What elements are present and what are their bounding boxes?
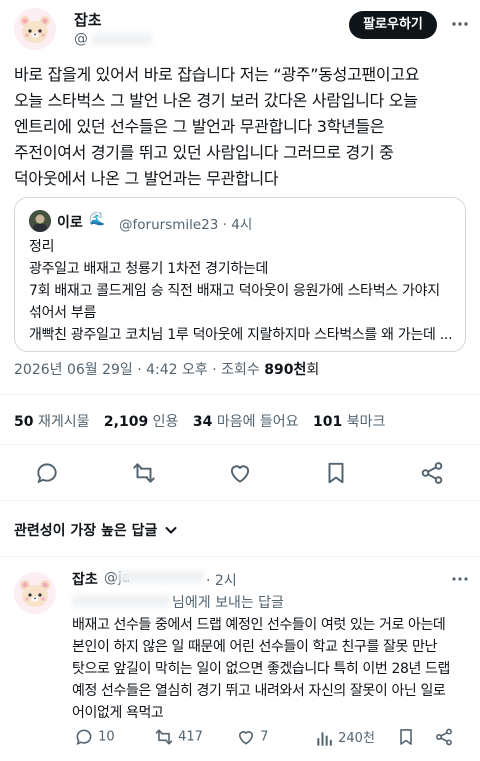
like-icon [238, 731, 254, 745]
reply-icon [76, 729, 92, 746]
tweet-timestamp[interactable]: 2026년 06월 29일 · 4:42 오후 · 조회수 890천회 [14, 359, 319, 379]
quote-avatar [29, 210, 51, 232]
quote-handle: @forursmile23 [119, 217, 219, 233]
author-name[interactable]: 잡초 [74, 9, 102, 30]
quote-author-name: 이로 [57, 215, 83, 231]
quote-text-line: 섞어서 부름 [29, 305, 97, 321]
wave-emoji-icon: 🌊 [89, 212, 106, 227]
divider [0, 500, 480, 501]
quote-text-line: 광주일고 배재고 청룡기 1차전 경기하는데 [29, 261, 269, 277]
reply-bookmark-button[interactable] [396, 727, 416, 747]
stat-quotes[interactable]: 2,109 인용 [104, 414, 189, 430]
quote-text-line: 개빡친 광주일고 코치님 1루 덕아웃에 지랄하지마 스타벅스를 왜 가는데 .… [29, 327, 453, 343]
reply-share-button[interactable] [434, 727, 454, 747]
reply-like-button[interactable]: 7 [236, 727, 268, 747]
reply-repost-button[interactable]: 417 [154, 727, 203, 747]
redacted-handle [118, 571, 204, 583]
divider [0, 556, 480, 557]
reply-text-line: 탓으로 앞길이 막히는 일이 없으면 좋겠습니다 특히 이번 28년 드랩 [72, 661, 450, 677]
reply-text: 배재고 선수들 중에서 드랩 예정인 선수들이 여럿 있는 거로 아는데 본인이… [72, 614, 472, 724]
tweet-datetime[interactable]: 2026년 06월 29일 · 4:42 오후 · 조회수 [14, 362, 264, 378]
tweet-text-line: 엔트리에 있던 선수들은 그 발언과 무관합니다 3학년들은 [14, 117, 385, 136]
reply-reply-button[interactable]: 10 [74, 727, 115, 747]
tweet-text-line: 바로 잡을게 있어서 바로 잡습니다 저는 “광주”동성고팬이고요 [14, 65, 420, 84]
chevron-down-icon[interactable] [164, 522, 178, 536]
bookmark-icon [400, 729, 412, 745]
like-count: 7 [260, 729, 269, 745]
repost-icon [155, 729, 173, 745]
views-count: 240천 [338, 731, 375, 746]
reply-text-line: 어이없게 욕먹고 [72, 705, 164, 721]
author-handle[interactable]: @ [74, 31, 88, 47]
tweet-text-line: 주전이여서 경기를 뛰고 있던 사람입니다 그러므로 경기 중 [14, 143, 394, 162]
like-icon[interactable] [227, 460, 253, 486]
reply-author-avatar[interactable] [14, 572, 56, 614]
more-icon[interactable] [450, 14, 470, 34]
reply-sort-selector[interactable]: 관련성이 가장 높은 답글 [14, 520, 157, 540]
reply-time[interactable]: · 2시 [206, 570, 237, 590]
quote-meta: @forursmile23 · 4시 [119, 213, 252, 233]
more-icon[interactable] [450, 570, 470, 588]
author-avatar[interactable] [14, 8, 56, 50]
share-icon [436, 728, 452, 746]
reply-views-button[interactable]: 240천 [314, 727, 375, 749]
repost-count: 417 [178, 729, 203, 745]
quote-text-line: 정리 [29, 239, 55, 255]
stat-bookmarks[interactable]: 101 북마크 [313, 414, 395, 430]
share-icon[interactable] [419, 460, 445, 486]
follow-button[interactable]: 팔로우하기 [349, 11, 437, 39]
quoted-tweet[interactable]: 이로 🌊 @forursmile23 · 4시 정리 광주일고 배재고 청룡기 … [14, 197, 466, 352]
tweet-text: 바로 잡을게 있어서 바로 잡습니다 저는 “광주”동성고팬이고요 오늘 스타벅… [14, 62, 470, 192]
redacted-handle [92, 33, 152, 45]
stat-reposts[interactable]: 50 재게시물 [14, 414, 99, 430]
views-icon [317, 731, 332, 746]
divider [0, 444, 480, 445]
reply-count: 10 [98, 729, 115, 745]
quote-text-line: 7회 배재고 콜드게임 승 직전 배재고 덕아웃이 응원가에 스타벅스 가야지 [29, 283, 440, 299]
tweet-text-line: 덕아웃에서 나온 그 발언과는 무관합니다 [14, 169, 279, 188]
quote-text: 정리 광주일고 배재고 청룡기 1차전 경기하는데 7회 배재고 콜드게임 승 … [29, 236, 457, 346]
repost-icon[interactable] [131, 460, 157, 486]
view-count: 890천 [264, 362, 307, 378]
quote-separator: · [222, 217, 227, 233]
stat-likes[interactable]: 34 마음에 들어요 [193, 414, 309, 430]
divider [0, 394, 480, 395]
reply-text-line: 배재고 선수들 중에서 드랩 예정인 선수들이 여럿 있는 거로 아는데 [72, 617, 446, 633]
reply-text-line: 예정 선수들은 열심히 경기 뛰고 내려와서 자신의 잘못이 아닌 일로 [72, 683, 446, 699]
reply-text-line: 본인이 하지 않은 일 때문에 어린 선수들이 학교 친구를 잘못 만난 [72, 639, 437, 655]
replying-to-label: 님에게 보내는 답글 [172, 595, 284, 611]
reply-icon[interactable] [34, 460, 60, 486]
bookmark-icon[interactable] [323, 460, 349, 486]
tweet-text-line: 오늘 스타벅스 그 발언 나온 경기 보러 갔다온 사람입니다 오늘 [14, 91, 418, 110]
redacted-replying-handle [72, 595, 170, 607]
view-count-suffix: 회 [306, 362, 320, 378]
quote-time: 4시 [231, 217, 253, 233]
engagement-stats: 50 재게시물 2,109 인용 34 마음에 들어요 101 북마크 [14, 411, 395, 431]
reply-author-name[interactable]: 잡초 [72, 569, 98, 589]
